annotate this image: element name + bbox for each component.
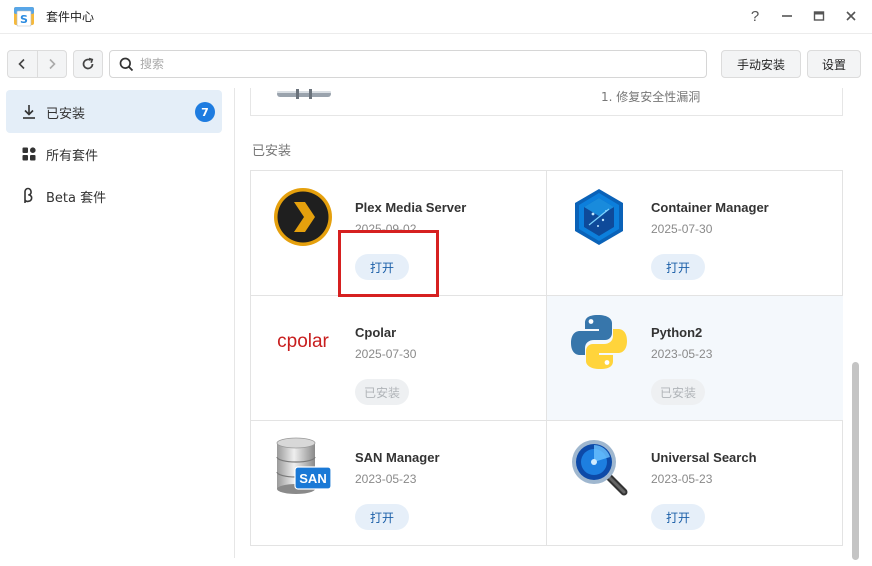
search-box[interactable]: [109, 50, 707, 78]
settings-button[interactable]: 设置: [807, 50, 861, 78]
installed-status-button: 已安装: [355, 379, 409, 405]
sidebar-item-installed[interactable]: 已安装 7: [6, 90, 222, 133]
package-card-cpolar[interactable]: cpolar Cpolar 2025-07-30 已安装: [251, 296, 547, 421]
grid-icon: [22, 147, 36, 161]
cpolar-logo-icon: cpolar: [277, 331, 329, 352]
package-center-app-icon: S: [12, 5, 36, 29]
update-card-partial: 1. 修复安全性漏洞: [250, 88, 843, 116]
close-icon[interactable]: [838, 4, 864, 28]
chevron-left-icon: [18, 58, 26, 70]
package-name: Universal Search: [651, 450, 757, 465]
package-card-container-manager[interactable]: Container Manager 2025-07-30 打开: [547, 171, 843, 296]
release-note: 1. 修复安全性漏洞: [601, 90, 701, 104]
beta-icon: [24, 187, 33, 203]
sidebar-item-label: Beta 套件: [46, 191, 107, 206]
sidebar-item-label: 所有套件: [46, 149, 99, 164]
refresh-icon: [82, 57, 94, 70]
sidebar-item-all-packages[interactable]: 所有套件: [6, 132, 222, 175]
package-date: 2023-05-23: [651, 472, 713, 486]
help-icon[interactable]: ?: [742, 4, 768, 28]
universal-search-logo-icon: [572, 440, 628, 496]
sidebar-item-label: 已安装: [46, 107, 86, 122]
package-name: SAN Manager: [355, 450, 440, 465]
sidebar-item-beta[interactable]: Beta 套件: [6, 174, 222, 217]
installed-status-button: 已安装: [651, 379, 705, 405]
package-name: Plex Media Server: [355, 200, 467, 215]
minimize-icon[interactable]: [774, 4, 800, 28]
search-input[interactable]: [140, 57, 640, 71]
window-title: 套件中心: [46, 10, 95, 24]
open-button[interactable]: 打开: [355, 504, 409, 530]
sidebar-divider: [234, 88, 235, 558]
highlight-annotation-box: [338, 230, 439, 297]
installed-package-grid: Plex Media Server 2025-09-02 打开 Containe…: [250, 170, 843, 546]
python-logo-icon: [571, 315, 627, 369]
package-card-python2[interactable]: Python2 2023-05-23 已安装: [547, 296, 843, 421]
plex-logo-icon: [274, 188, 332, 246]
refresh-button[interactable]: [73, 50, 103, 78]
package-card-san-manager[interactable]: SAN SAN Manager 2023-05-23 打开: [251, 421, 547, 546]
package-date: 2025-07-30: [651, 222, 713, 236]
svg-text:SAN: SAN: [299, 471, 326, 486]
chevron-right-icon: [49, 58, 56, 70]
san-manager-logo-icon: SAN: [276, 437, 332, 494]
package-date: 2023-05-23: [651, 347, 713, 361]
package-date: 2025-07-30: [355, 347, 417, 361]
package-name: Cpolar: [355, 325, 397, 340]
container-manager-logo-icon: [575, 189, 623, 245]
open-button[interactable]: 打开: [651, 504, 705, 530]
svg-text:S: S: [20, 13, 28, 26]
installed-count-badge: 7: [195, 102, 215, 122]
package-name: Python2: [651, 325, 703, 340]
package-name: Container Manager: [651, 200, 769, 215]
history-nav: [7, 50, 67, 78]
title-bar: S 套件中心 ?: [0, 0, 872, 34]
maximize-icon[interactable]: [806, 4, 832, 28]
package-thumbnail-icon: [277, 89, 331, 99]
search-icon: [119, 57, 134, 71]
forward-button[interactable]: [36, 51, 66, 77]
package-date: 2023-05-23: [355, 472, 417, 486]
package-card-universal-search[interactable]: Universal Search 2023-05-23 打开: [547, 421, 843, 546]
download-icon: [23, 105, 35, 119]
scrollbar-thumb[interactable]: [852, 362, 859, 560]
manual-install-button[interactable]: 手动安装: [721, 50, 801, 78]
open-button[interactable]: 打开: [651, 254, 705, 280]
back-button[interactable]: [8, 51, 37, 77]
section-title-installed: 已安装: [252, 144, 292, 159]
